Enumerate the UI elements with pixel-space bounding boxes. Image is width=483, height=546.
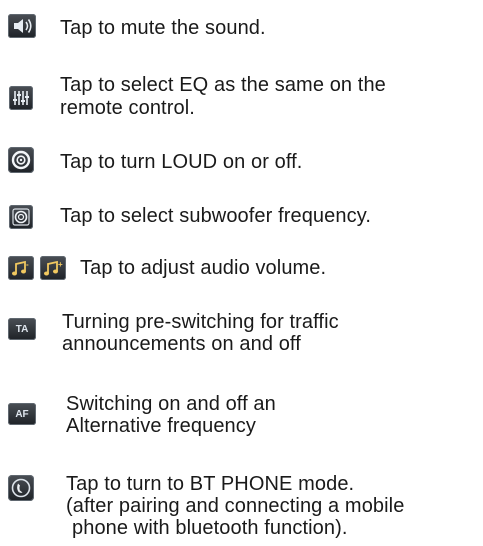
item-text: phone with bluetooth function). xyxy=(72,517,348,539)
audio-volume-icon: - xyxy=(8,256,34,280)
item-text: Switching on and off an xyxy=(66,393,276,415)
item-text: Tap to turn to BT PHONE mode. xyxy=(66,473,355,495)
item-text: Tap to turn LOUD on or off. xyxy=(60,151,303,173)
af-icon: AF xyxy=(8,403,36,425)
ta-icon: TA xyxy=(8,318,36,340)
item-text: remote control. xyxy=(60,97,195,119)
item-text: (after pairing and connecting a mobile xyxy=(66,495,405,517)
bt-phone-icon xyxy=(8,475,34,501)
item-text: Tap to mute the sound. xyxy=(60,17,266,39)
item-text: Tap to select EQ as the same on the xyxy=(60,74,386,96)
subwoofer-icon xyxy=(9,205,33,229)
item-text: announcements on and off xyxy=(62,333,301,355)
speaker-volume-icon xyxy=(8,14,36,38)
loud-icon xyxy=(8,147,34,173)
item-text: Tap to adjust audio volume. xyxy=(80,257,327,279)
item-text: Tap to select subwoofer frequency. xyxy=(60,205,371,227)
equalizer-icon xyxy=(9,86,33,110)
item-text: Alternative frequency xyxy=(66,415,256,437)
item-text: Turning pre-switching for traffic xyxy=(62,311,339,333)
svg-text:+: + xyxy=(58,260,63,269)
audio-volume-icon: + xyxy=(40,256,66,280)
svg-text:-: - xyxy=(26,260,29,269)
